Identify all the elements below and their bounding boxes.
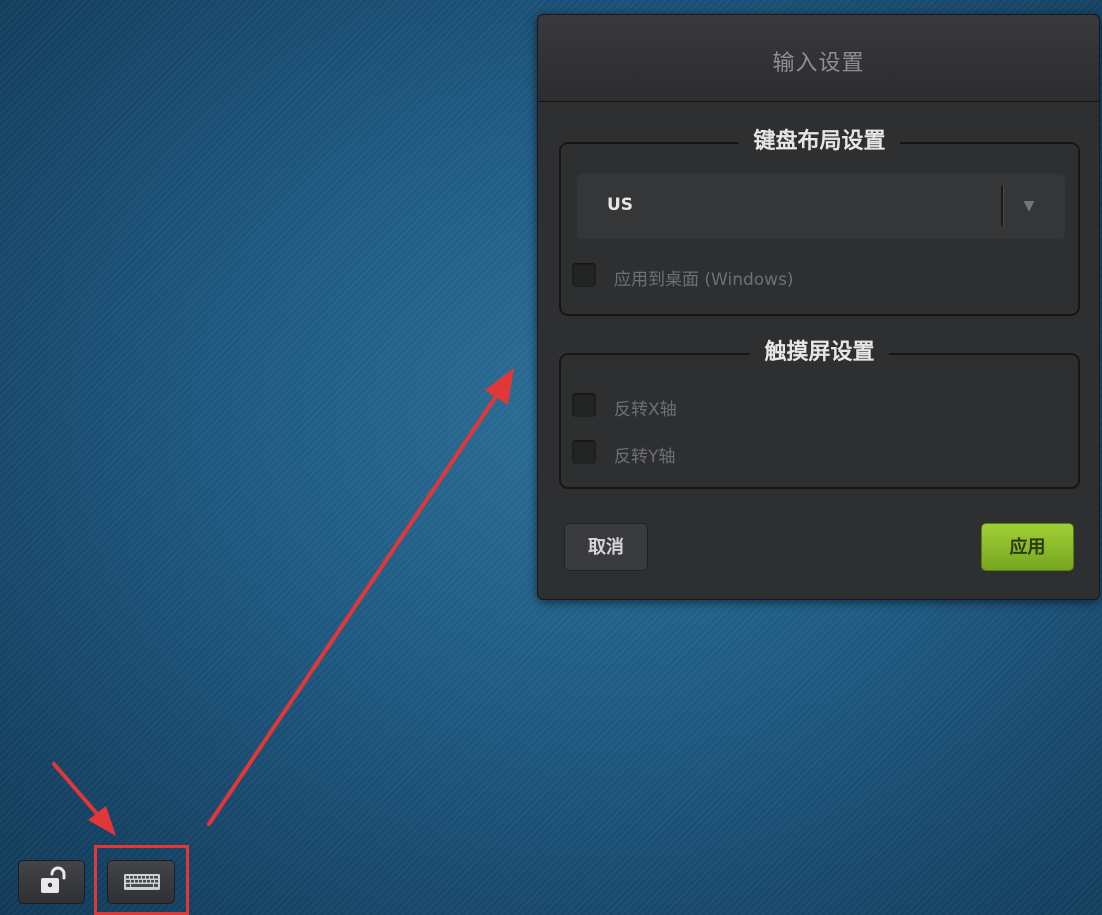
apply-to-desktop-checkbox[interactable]: [572, 263, 596, 287]
chevron-down-icon[interactable]: ▼: [1017, 197, 1041, 215]
dialog-title: 输入设置: [772, 51, 865, 76]
keyboard-icon: [124, 874, 160, 890]
invert-x-checkbox[interactable]: [572, 393, 596, 417]
select-divider: [1001, 186, 1003, 226]
unlock-icon: [41, 866, 66, 893]
keyboard-layout-value: US: [607, 195, 634, 215]
keyboard-layout-title: 键盘布局设置: [739, 129, 900, 155]
invert-x-label: 反转X轴: [614, 400, 677, 420]
apply-button[interactable]: 应用: [981, 523, 1074, 571]
input-settings-dialog: 输入设置 键盘布局设置 US ▼ 应用到桌面 (Windows) 触摸屏设置 反…: [537, 14, 1100, 600]
invert-y-checkbox[interactable]: [572, 440, 596, 464]
keyboard-button[interactable]: [107, 860, 175, 904]
apply-to-desktop-label: 应用到桌面 (Windows): [614, 270, 794, 290]
cancel-button[interactable]: 取消: [564, 523, 648, 571]
dialog-header: 输入设置: [538, 15, 1099, 102]
annotation-arrow-to-dialog: [207, 368, 514, 826]
invert-y-label: 反转Y轴: [614, 447, 676, 467]
touchscreen-title: 触摸屏设置: [750, 340, 889, 366]
keyboard-layout-select[interactable]: US ▼: [577, 174, 1065, 239]
annotation-arrow-to-keyboard: [52, 762, 116, 836]
lock-button[interactable]: [18, 860, 85, 904]
touchscreen-group: 触摸屏设置: [559, 340, 1080, 489]
